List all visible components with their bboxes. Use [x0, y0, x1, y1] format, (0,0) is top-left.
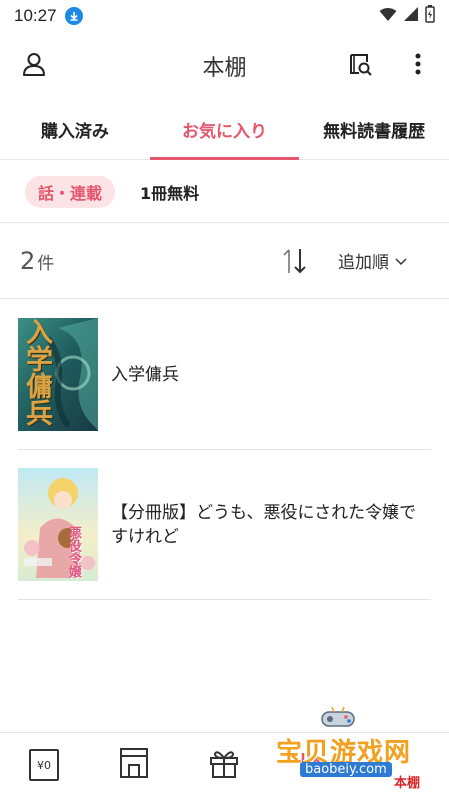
sort-label: 追加順	[338, 253, 389, 273]
list-item[interactable]: 入学傭兵 入学傭兵	[18, 300, 431, 450]
app-bar: 本棚	[0, 32, 449, 100]
nav-gifts[interactable]	[209, 749, 239, 781]
status-bar: 10:27	[0, 0, 449, 32]
nav-coins[interactable]: ¥0	[29, 749, 59, 781]
search-shelf-button[interactable]	[340, 46, 380, 86]
shelf-tabs: 購入済み お気に入り 無料読書履歴	[0, 100, 449, 160]
status-time: 10:27	[14, 6, 57, 25]
book-cover: 入学傭兵	[18, 318, 98, 431]
store-icon	[119, 747, 149, 783]
item-count: 2 件	[20, 247, 54, 275]
more-vert-icon	[415, 53, 421, 79]
coin-label: ¥0	[37, 758, 51, 772]
tab-favorites[interactable]: お気に入り	[149, 100, 300, 160]
filter-one-free-chip[interactable]: 1冊無料	[127, 176, 212, 208]
sort-order-button[interactable]	[280, 246, 310, 276]
tab-purchased[interactable]: 購入済み	[0, 100, 150, 159]
book-title: 入学傭兵	[111, 364, 179, 385]
sort-arrows-icon	[280, 249, 310, 280]
watermark: 宝贝游戏网 baobeiy.com 本棚	[276, 700, 446, 792]
gift-icon	[209, 747, 239, 783]
page-title: 本棚	[202, 56, 247, 81]
more-button[interactable]	[398, 46, 438, 86]
filter-bar: 話・連載 1冊無料	[0, 161, 449, 223]
cover-title-art: 入学傭兵	[21, 318, 52, 426]
tab-label: お気に入り	[182, 122, 267, 142]
tab-label: 無料読書履歴	[323, 122, 426, 142]
book-cover: 悪役令嬢	[18, 468, 98, 581]
wifi-icon	[379, 7, 397, 26]
download-icon	[64, 7, 83, 25]
favorites-list: 入学傭兵 入学傭兵 悪役令嬢 【分冊版】どうも、悪役にされた令嬢ですけれど	[18, 300, 431, 600]
coin-icon: ¥0	[29, 749, 59, 781]
battery-icon	[425, 5, 435, 27]
nav-store[interactable]	[119, 747, 149, 783]
chevron-down-icon	[395, 251, 407, 271]
book-search-icon	[347, 51, 373, 81]
tab-free-history[interactable]: 無料読書履歴	[299, 100, 449, 159]
cover-title-art: 悪役令嬢	[66, 526, 81, 578]
watermark-url: baobeiy.com	[300, 762, 392, 777]
book-title: 【分冊版】どうも、悪役にされた令嬢ですけれど	[111, 502, 417, 547]
tab-label: 購入済み	[40, 122, 109, 142]
sort-bar: 2 件 追加順	[0, 224, 449, 299]
gamepad-icon	[320, 706, 356, 734]
list-item[interactable]: 悪役令嬢 【分冊版】どうも、悪役にされた令嬢ですけれど	[18, 450, 431, 600]
signal-icon	[403, 6, 419, 26]
filter-serial-chip[interactable]: 話・連載	[25, 175, 116, 208]
item-count-value: 2	[20, 247, 36, 275]
item-count-unit: 件	[37, 254, 55, 274]
watermark-badge: 本棚	[394, 776, 421, 791]
sort-dropdown[interactable]: 追加順	[338, 248, 407, 273]
